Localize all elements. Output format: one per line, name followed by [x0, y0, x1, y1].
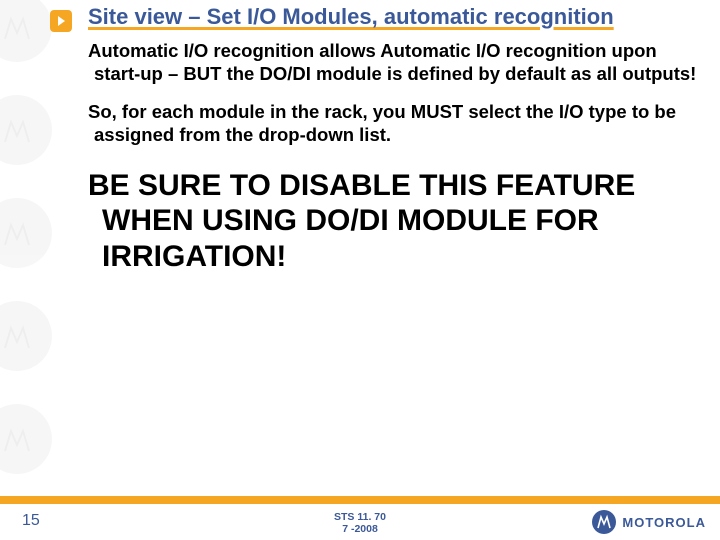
brand-logo: MOTOROLA	[592, 510, 706, 534]
slide-content: Site view – Set I/O Modules, automatic r…	[88, 4, 700, 274]
bullet-icon	[50, 10, 72, 32]
brand-name: MOTOROLA	[622, 515, 706, 530]
paragraph-1: Automatic I/O recognition allows Automat…	[88, 39, 700, 85]
background-watermark	[0, 0, 80, 540]
paragraph-2: So, for each module in the rack, you MUS…	[88, 100, 700, 146]
motorola-icon	[592, 510, 616, 534]
warning-text: BE SURE TO DISABLE THIS FEATURE WHEN USI…	[88, 168, 700, 274]
slide-title: Site view – Set I/O Modules, automatic r…	[88, 4, 700, 29]
footer-divider	[0, 496, 720, 504]
